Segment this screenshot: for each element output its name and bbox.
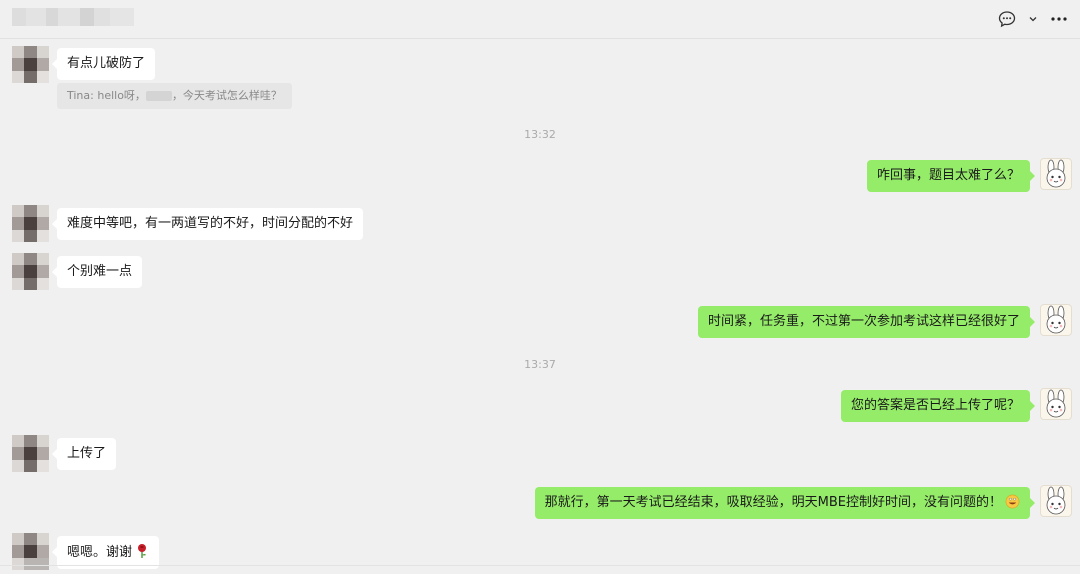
bunny-avatar-icon [1046, 486, 1066, 515]
user-avatar[interactable] [1040, 158, 1072, 190]
message-text: 嗯嗯。谢谢 [67, 545, 133, 560]
grin-emoji-icon [1005, 494, 1020, 509]
more-icon[interactable] [1050, 10, 1068, 28]
message-bubble[interactable]: 个别难一点 [51, 256, 143, 288]
user-avatar[interactable] [1040, 388, 1072, 420]
blurred-name [145, 91, 172, 101]
user-avatar[interactable] [1040, 485, 1072, 517]
bunny-avatar-icon [1046, 159, 1066, 188]
chat-title-blurred [12, 8, 134, 26]
bunny-avatar-icon [1046, 389, 1066, 418]
message-bubble[interactable]: 那就行，第一天考试已经结束，吸取经验，明天MBE控制好时间，没有问题的！ [534, 487, 1036, 519]
user-avatar[interactable] [1040, 304, 1072, 336]
contact-avatar[interactable] [12, 253, 49, 290]
input-divider [0, 565, 1080, 566]
message-bubble[interactable]: 上传了 [51, 438, 117, 470]
message-bubble[interactable]: 难度中等吧，有一两道写的不好，时间分配的不好 [51, 208, 364, 240]
message-bubble[interactable]: 有点儿破防了 [51, 48, 156, 80]
timestamp: 13:32 [524, 128, 556, 141]
message-bubble[interactable]: 咋回事，题目太难了么？ [866, 160, 1036, 192]
quote-suffix: ，今天考试怎么样哇？ [171, 89, 282, 102]
chat-bubble-icon[interactable] [998, 10, 1016, 28]
chat-header [0, 0, 1080, 39]
timestamp: 13:37 [524, 358, 556, 371]
quote-prefix: Tina: hello呀， [67, 89, 146, 102]
contact-avatar[interactable] [12, 46, 49, 83]
message-bubble[interactable]: 您的答案是否已经上传了呢？ [840, 390, 1036, 422]
quoted-message[interactable]: Tina: hello呀， ，今天考试怎么样哇？ [57, 83, 292, 109]
rose-icon [138, 544, 147, 558]
message-text: 那就行，第一天考试已经结束，吸取经验，明天MBE控制好时间，没有问题的！ [544, 495, 1002, 510]
contact-avatar[interactable] [12, 205, 49, 242]
contact-avatar[interactable] [12, 435, 49, 472]
bunny-avatar-icon [1046, 305, 1066, 334]
message-bubble[interactable]: 时间紧，任务重，不过第一次参加考试这样已经很好了 [697, 306, 1036, 338]
chevron-down-icon[interactable] [1028, 14, 1038, 24]
